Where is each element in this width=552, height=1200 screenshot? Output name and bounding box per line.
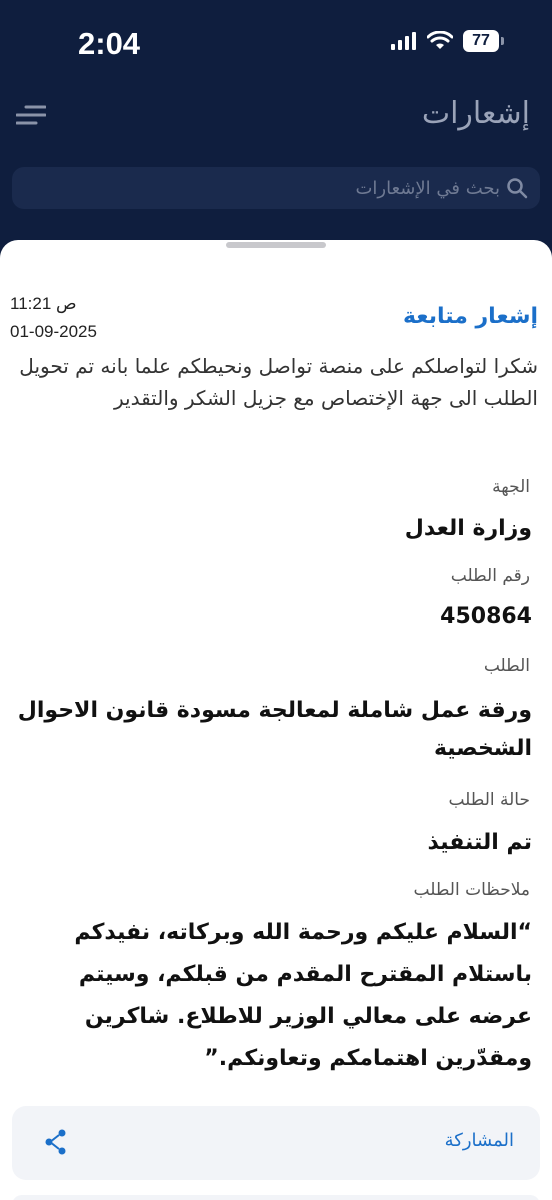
search-input[interactable]	[280, 177, 500, 199]
search-bar[interactable]	[12, 167, 540, 209]
menu-icon[interactable]	[16, 102, 46, 128]
field-value-request: ورقة عمل شاملة لمعالجة مسودة قانون الاحو…	[17, 698, 532, 761]
field-value-status: تم التنفيذ	[427, 830, 532, 855]
share-button[interactable]: المشاركة	[445, 1130, 514, 1151]
notification-body: شكرا لتواصلكم على منصة تواصل ونحيطكم علم…	[19, 354, 538, 410]
notification-date: 01-09-2025	[10, 322, 97, 341]
cellular-signal-icon	[391, 32, 416, 50]
field-label-request: الطلب	[483, 656, 530, 676]
battery-tip	[501, 37, 504, 45]
notification-timestamp: 11:21 ص 01-09-2025	[10, 290, 97, 346]
field-value-request-number: 450864	[440, 604, 532, 629]
status-icons: 77	[391, 30, 504, 52]
notification-sheet: 11:21 ص 01-09-2025 إشعار متابعة شكرا لتو…	[0, 240, 552, 1200]
status-bar: 2:04 77	[0, 0, 552, 88]
sheet-drag-handle[interactable]	[226, 242, 326, 248]
share-icon[interactable]	[40, 1126, 72, 1158]
share-bar[interactable]: المشاركة	[12, 1106, 540, 1180]
search-icon	[507, 178, 528, 199]
field-label-status: حالة الطلب	[448, 790, 530, 810]
battery-level: 77	[463, 30, 499, 52]
notification-title: إشعار متابعة	[402, 304, 538, 329]
notification-time: 11:21 ص	[10, 294, 77, 313]
page-title: إشعارات	[421, 96, 530, 131]
wifi-icon	[427, 31, 453, 49]
battery-indicator: 77	[463, 30, 504, 52]
app-header: إشعارات	[0, 88, 552, 148]
status-time: 2:04	[78, 26, 141, 61]
field-label-notes: ملاحظات الطلب	[413, 880, 530, 900]
field-label-entity: الجهة	[492, 477, 530, 497]
next-item-edge	[12, 1195, 540, 1200]
field-label-request-number: رقم الطلب	[450, 566, 530, 586]
field-value-notes: “السلام عليكم ورحمة الله وبركاته، نفيدكم…	[74, 920, 532, 1071]
field-value-entity: وزارة العدل	[404, 516, 532, 541]
